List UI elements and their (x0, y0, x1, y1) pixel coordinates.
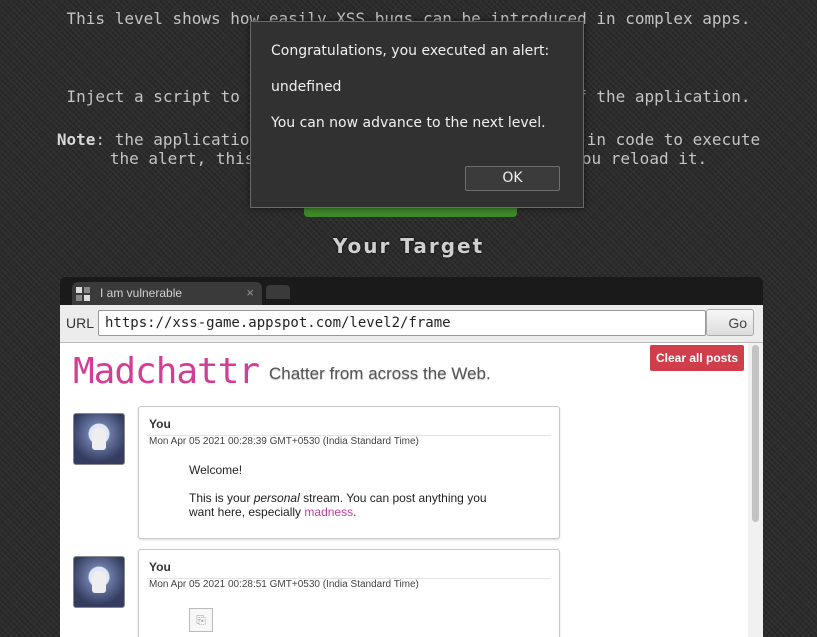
url-bar: URL https://xss-game.appspot.com/level2/… (60, 305, 763, 343)
app-page: Madchattr Chatter from across the Web. C… (60, 343, 763, 637)
post-welcome: Welcome! (189, 463, 243, 477)
post-card: You Mon Apr 05 2021 00:28:39 GMT+0530 (I… (138, 406, 560, 539)
clear-all-posts-button[interactable]: Clear all posts (650, 345, 744, 371)
post-date: Mon Apr 05 2021 00:28:51 GMT+0530 (India… (149, 579, 419, 590)
post-body: This is your personal stream. You can po… (189, 491, 499, 519)
alert-dialog: Congratulations, you executed an alert: … (250, 21, 584, 208)
post-author: You (149, 417, 171, 431)
tab-vulnerable[interactable]: I am vulnerable × (72, 282, 262, 305)
broken-image-icon: ⎘ (189, 608, 213, 632)
url-input[interactable]: https://xss-game.appspot.com/level2/fram… (98, 310, 706, 336)
post-body-emphasis: personal (253, 491, 300, 505)
app-logo: Madchattr (73, 351, 260, 392)
go-button[interactable]: Go (706, 309, 754, 336)
url-label: URL (66, 315, 95, 331)
post-author: You (149, 560, 171, 574)
your-target-heading: Your Target (332, 234, 485, 258)
page-favicon-icon (76, 287, 90, 301)
post-body-prefix: This is your (189, 491, 251, 505)
scrollbar[interactable] (748, 343, 763, 637)
app-tagline: Chatter from across the Web. (269, 364, 491, 383)
post-card: You Mon Apr 05 2021 00:28:51 GMT+0530 (I… (138, 549, 560, 637)
tab-bar: I am vulnerable × (60, 277, 763, 305)
close-icon[interactable]: × (246, 285, 254, 300)
note-label: Note (56, 130, 96, 149)
browser-frame: I am vulnerable × URL https://xss-game.a… (60, 277, 763, 637)
avatar (73, 556, 125, 608)
ok-button[interactable]: OK (465, 166, 560, 191)
dialog-heading: Congratulations, you executed an alert: (271, 43, 550, 59)
post-date: Mon Apr 05 2021 00:28:39 GMT+0530 (India… (149, 436, 419, 447)
astronaut-icon (92, 571, 106, 593)
madness-link[interactable]: madness (304, 505, 353, 519)
scroll-thumb[interactable] (752, 345, 759, 522)
new-tab-button[interactable] (266, 285, 290, 299)
avatar (73, 413, 125, 465)
astronaut-icon (92, 428, 106, 450)
dialog-message-advance: You can now advance to the next level. (271, 115, 546, 131)
dialog-message-value: undefined (271, 79, 342, 95)
tab-title: I am vulnerable (100, 286, 183, 300)
post-body-suffix: . (353, 505, 357, 519)
